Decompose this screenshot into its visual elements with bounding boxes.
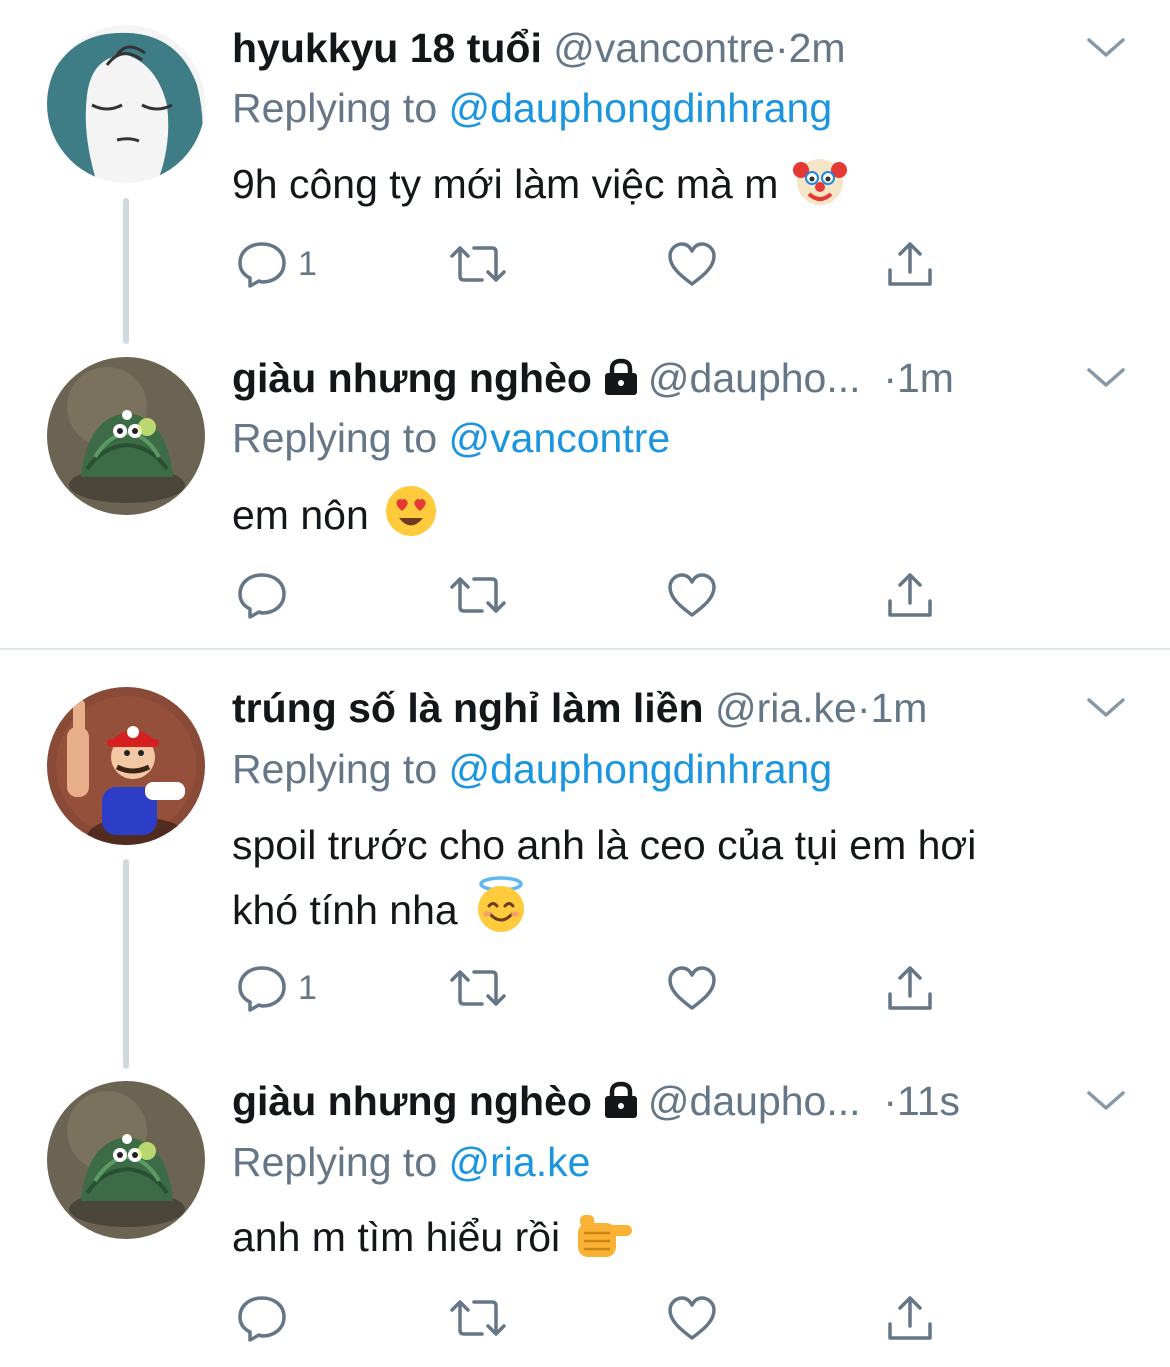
chevron-down-icon[interactable] [1083,692,1129,722]
reply-count: 1 [298,244,317,283]
avatar[interactable] [47,1081,205,1239]
like-button[interactable] [666,1288,718,1348]
timestamp[interactable]: 2m [789,25,846,71]
share-button[interactable] [884,565,936,625]
tweet-text-content: 9h công ty mới làm việc mà m [232,161,779,207]
tweet-header: trúng số là nghỉ làm liền @ria.ke·1m [232,680,1040,736]
tweet-text-content: em nôn [232,492,369,538]
clown-face-emoji [792,152,848,225]
tweet-text-line: khó tính nha [232,876,1112,951]
tweet-actions: 1 [232,958,952,1018]
chevron-down-icon[interactable] [1083,362,1129,392]
heart-icon [668,966,716,1010]
replying-to: Replying to @vancontre [232,410,670,466]
reply-button[interactable] [236,565,298,625]
avatar[interactable] [47,357,205,515]
tweet-actions [232,1288,952,1348]
tweet-text-content: khó tính nha [232,887,458,933]
replying-to: Replying to @ria.ke [232,1134,590,1190]
handle[interactable]: @daupho... [648,355,861,401]
separator: · [883,355,897,401]
tweet-actions: 1 [232,234,952,294]
reply-button[interactable]: 1 [236,958,317,1018]
avatar[interactable] [47,25,205,183]
heart-icon [668,1296,716,1340]
speech-bubble-icon [238,242,286,288]
lock-icon [604,358,637,395]
timestamp[interactable]: 1m [897,355,954,401]
retweet-icon [450,246,506,282]
lock-icon [604,1081,637,1118]
replying-to: Replying to @dauphongdinhrang [232,80,832,136]
tweet-header: giàu nhưng nghèo @daupho... ·11s [232,1073,1040,1129]
display-name[interactable]: giàu nhưng nghèo [232,355,592,401]
smiling-face-with-halo-emoji [472,876,530,951]
display-name[interactable]: trúng số là nghỉ làm liền [232,685,704,731]
mention-link[interactable]: @dauphongdinhrang [449,85,833,131]
chevron-down-icon[interactable] [1083,32,1129,62]
reply-count: 1 [298,968,317,1007]
like-button[interactable] [666,234,718,294]
speech-bubble-icon [238,966,286,1012]
display-name[interactable]: hyukkyu 18 tuổi [232,25,542,71]
reply-button[interactable]: 1 [236,234,317,294]
tweet-text: spoil trước cho anh là ceo của tụi em hơ… [232,814,1112,951]
share-icon [888,1296,932,1340]
retweet-button[interactable] [448,1288,508,1348]
share-button[interactable] [884,1288,936,1348]
like-button[interactable] [666,958,718,1018]
retweet-button[interactable] [448,958,508,1018]
separator: · [883,1078,897,1124]
speech-bubble-icon [238,1296,286,1342]
timestamp[interactable]: 1m [871,685,928,731]
timestamp[interactable]: 11s [897,1078,960,1124]
separator: · [856,685,871,731]
handle[interactable]: @vancontre [553,25,775,71]
chevron-down-icon[interactable] [1083,1085,1129,1115]
replying-prefix: Replying to [232,746,438,792]
share-button[interactable] [884,958,936,1018]
heart-icon [668,242,716,286]
tweet-text: em nôn [232,483,1112,556]
share-button[interactable] [884,234,936,294]
share-icon [888,573,932,617]
like-button[interactable] [666,565,718,625]
retweet-button[interactable] [448,234,508,294]
separator: · [774,25,789,71]
retweet-icon [450,577,506,613]
tweet-actions [232,565,952,625]
speech-bubble-icon [238,573,286,619]
mention-link[interactable]: @ria.ke [449,1139,591,1185]
tweet-header: giàu nhưng nghèo @daupho... ·1m [232,350,1040,406]
thread-line [123,198,129,344]
tweet-text-line: spoil trước cho anh là ceo của tụi em hơ… [232,822,977,868]
share-icon [888,242,932,286]
heart-eyes-face-emoji [383,483,439,556]
retweet-button[interactable] [448,565,508,625]
replying-prefix: Replying to [232,415,438,461]
share-icon [888,966,932,1010]
reply-button[interactable] [236,1288,298,1348]
tweet-header: hyukkyu 18 tuổi @vancontre·2m [232,20,1040,76]
backhand-pointing-right-emoji [574,1211,634,1278]
heart-icon [668,573,716,617]
handle[interactable]: @daupho... [648,1078,861,1124]
mention-link[interactable]: @vancontre [449,415,671,461]
retweet-icon [450,1300,506,1336]
divider [0,648,1170,650]
tweet-text-content: anh m tìm hiểu rồi [232,1214,561,1260]
replying-prefix: Replying to [232,85,438,131]
mention-link[interactable]: @dauphongdinhrang [449,746,833,792]
retweet-icon [450,970,506,1006]
thread-line [123,859,129,1069]
display-name[interactable]: giàu nhưng nghèo [232,1078,592,1124]
tweet-text: 9h công ty mới làm việc mà m [232,152,1112,225]
replying-to: Replying to @dauphongdinhrang [232,741,832,797]
handle[interactable]: @ria.ke [715,685,857,731]
avatar[interactable] [47,687,205,845]
replying-prefix: Replying to [232,1139,438,1185]
tweet-text: anh m tìm hiểu rồi [232,1206,1112,1278]
